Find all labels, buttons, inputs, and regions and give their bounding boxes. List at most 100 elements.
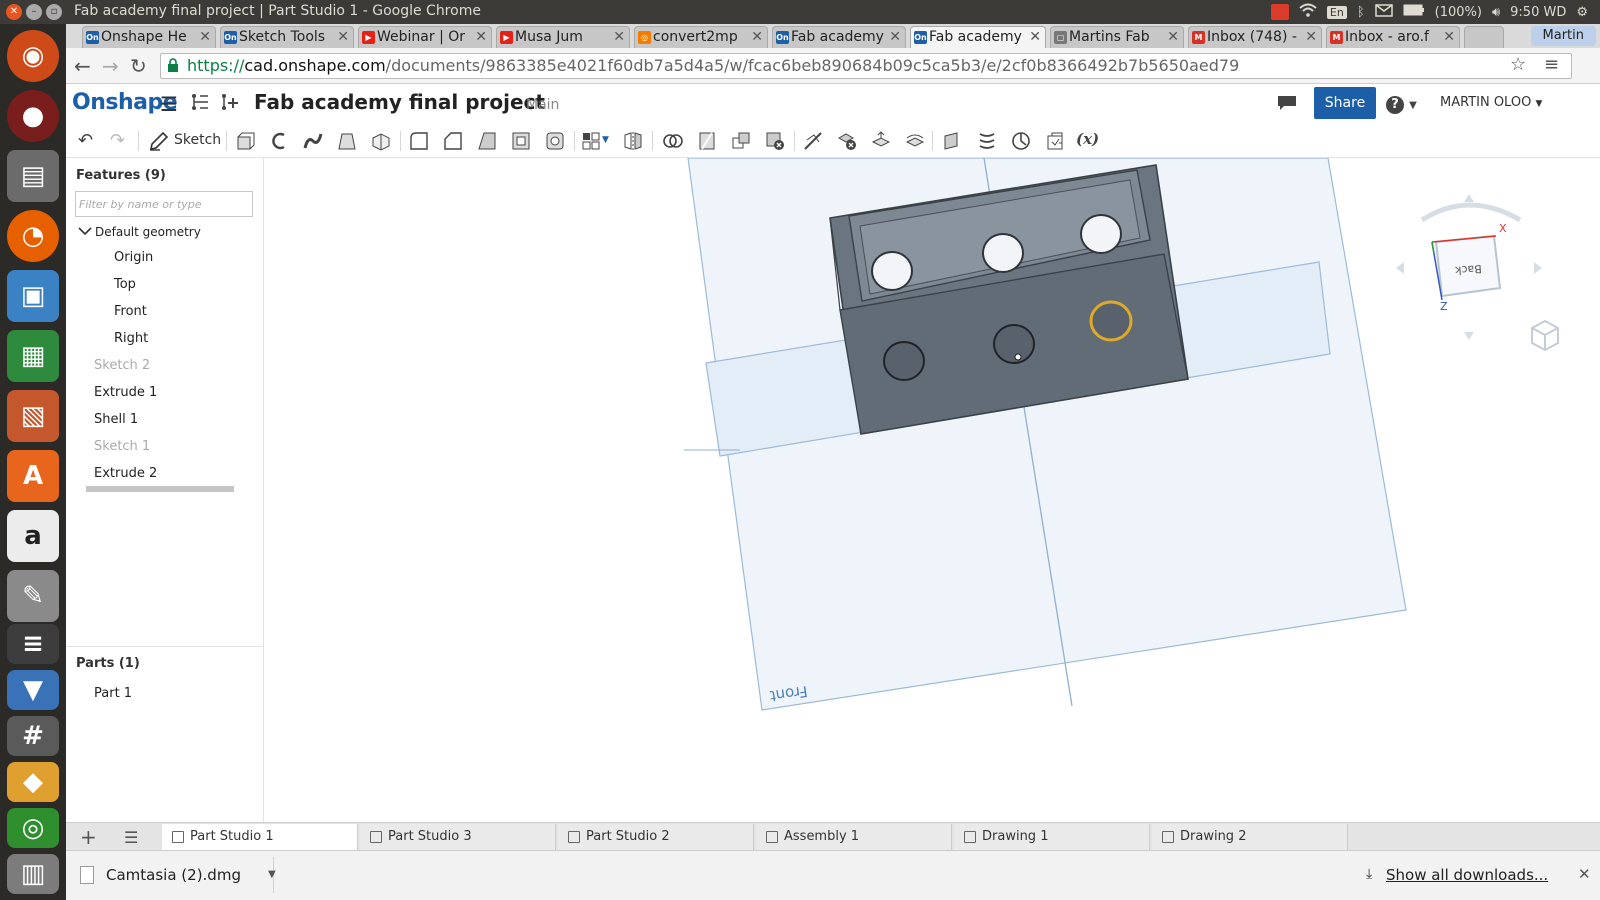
plane-icon[interactable] <box>942 130 964 152</box>
tab-drawing-1[interactable]: Drawing 1 <box>954 824 1150 850</box>
browser-tab[interactable]: ▶ Webinar | Or ✕ <box>358 26 492 48</box>
software-center-icon[interactable]: A <box>7 450 59 502</box>
boolean-icon[interactable] <box>662 130 684 152</box>
bookmark-star-icon[interactable]: ☆ <box>1510 54 1526 75</box>
modify-fillet-icon[interactable] <box>802 130 824 152</box>
transform-icon[interactable] <box>730 130 752 152</box>
keyboard-language-indicator[interactable]: En <box>1326 5 1347 19</box>
back-arrow-icon[interactable]: ← <box>74 54 91 78</box>
browser-tab[interactable]: M Inbox (748) - ✕ <box>1188 26 1322 48</box>
chevron-down-icon[interactable] <box>78 225 92 239</box>
redo-icon[interactable]: ↷ <box>110 130 132 152</box>
screen-recorder-icon[interactable]: ● <box>7 90 59 142</box>
app-stack-icon[interactable]: ≡ <box>7 624 59 664</box>
battery-icon[interactable] <box>1403 4 1425 20</box>
delete-part-icon[interactable] <box>764 130 786 152</box>
new-tab-button[interactable] <box>1464 26 1504 48</box>
feature-item-top-plane[interactable]: Top <box>114 277 136 292</box>
chrome-icon[interactable]: ◎ <box>7 808 59 848</box>
trash-icon[interactable]: ▥ <box>7 854 59 894</box>
tab-close-icon[interactable]: ✕ <box>889 27 901 47</box>
chamfer-icon[interactable] <box>442 130 464 152</box>
split-icon[interactable] <box>696 130 718 152</box>
blind-hole[interactable] <box>883 341 925 381</box>
helix-icon[interactable] <box>976 130 998 152</box>
calculator-icon[interactable]: # <box>7 716 59 756</box>
model-canvas[interactable]: Front X Z Back <box>264 158 1600 822</box>
window-close-button[interactable]: ✕ <box>6 4 22 20</box>
through-hole[interactable] <box>871 251 913 291</box>
app-stack-3-icon[interactable]: ◆ <box>7 762 59 802</box>
blind-hole[interactable] <box>993 324 1035 364</box>
variable-icon[interactable]: (x) <box>1076 130 1106 152</box>
forward-arrow-icon[interactable]: → <box>102 54 119 78</box>
tab-drawing-2[interactable]: Drawing 2 <box>1152 824 1348 850</box>
app-stack-2-icon[interactable]: ▼ <box>7 670 59 710</box>
feature-item-front-plane[interactable]: Front <box>114 304 147 319</box>
document-title[interactable]: Fab academy final project <box>254 90 545 114</box>
image-viewer-icon[interactable]: ▣ <box>7 270 59 322</box>
mate-connector-icon[interactable] <box>1010 130 1032 152</box>
files-icon[interactable]: ▤ <box>7 150 59 202</box>
workspace-branch[interactable]: Main <box>526 97 559 113</box>
download-item[interactable]: Camtasia (2).dmg ▼ <box>70 857 276 893</box>
wifi-icon[interactable] <box>1299 3 1317 21</box>
window-maximize-button[interactable]: ▫ <box>46 4 62 20</box>
add-tab-plus-icon[interactable]: + <box>80 825 97 849</box>
shell-icon[interactable] <box>510 130 532 152</box>
move-face-icon[interactable] <box>870 130 892 152</box>
volume-icon[interactable]: 🔊︎ <box>1492 5 1500 20</box>
revolve-icon[interactable] <box>268 130 290 152</box>
feature-item-origin[interactable]: Origin <box>114 250 153 265</box>
address-bar[interactable]: https://cad.onshape.com/documents/986338… <box>160 53 1572 79</box>
sweep-icon[interactable] <box>302 130 324 152</box>
through-hole[interactable] <box>982 233 1024 273</box>
clock[interactable]: 9:50 WD <box>1510 5 1566 20</box>
feature-item-extrude-1[interactable]: Extrude 1 <box>94 385 157 400</box>
tab-close-icon[interactable]: ✕ <box>1167 27 1179 47</box>
feature-item-sketch-2[interactable]: Sketch 2 <box>94 358 150 373</box>
reload-icon[interactable]: ↻ <box>130 54 147 78</box>
tab-close-icon[interactable]: ✕ <box>475 27 487 47</box>
tab-part-studio-1[interactable]: Part Studio 1 <box>162 824 358 850</box>
hole-icon[interactable] <box>544 130 566 152</box>
tab-close-icon[interactable]: ✕ <box>751 27 763 47</box>
tab-close-icon[interactable]: ✕ <box>337 27 349 47</box>
bluetooth-icon[interactable]: ᛒ <box>1357 5 1365 20</box>
sketch-button[interactable]: Sketch <box>174 132 221 148</box>
chevron-down-icon[interactable]: ▼ <box>268 857 276 893</box>
version-history-icon[interactable] <box>190 92 210 116</box>
tab-close-icon[interactable]: ✕ <box>1305 27 1317 47</box>
browser-tab[interactable]: ▢ Martins Fab ✕ <box>1050 26 1184 48</box>
view-options-cube-icon[interactable] <box>1531 319 1559 352</box>
sketch-pencil-icon[interactable] <box>148 130 170 152</box>
browser-tab[interactable]: On Sketch Tools ✕ <box>220 26 354 48</box>
record-indicator-icon[interactable] <box>1270 4 1289 20</box>
ubuntu-dash-icon[interactable]: ◉ <box>7 30 59 82</box>
fillet-icon[interactable] <box>408 130 430 152</box>
feature-filter-input[interactable]: Filter by name or type <box>75 191 253 217</box>
mail-icon[interactable] <box>1374 3 1393 21</box>
pattern-dropdown-chevron-icon[interactable]: ▼ <box>602 135 614 157</box>
browser-tab[interactable]: ▶ Musa Jum ✕ <box>496 26 630 48</box>
view-left-arrow-icon[interactable] <box>1396 262 1404 274</box>
view-up-arrow-icon[interactable] <box>1464 194 1474 202</box>
tab-close-icon[interactable]: ✕ <box>1443 27 1455 47</box>
comments-icon[interactable] <box>1276 94 1298 116</box>
feature-item-right-plane[interactable]: Right <box>114 331 148 346</box>
feature-item-default-geometry[interactable]: Default geometry <box>95 225 201 239</box>
replace-face-icon[interactable] <box>904 130 926 152</box>
tab-part-studio-3[interactable]: Part Studio 3 <box>360 824 556 850</box>
spreadsheet-icon[interactable]: ▦ <box>7 330 59 382</box>
share-button[interactable]: Share <box>1314 87 1376 119</box>
profile-button[interactable]: Martin <box>1530 26 1596 46</box>
view-down-arrow-icon[interactable] <box>1464 332 1474 340</box>
pattern-icon[interactable] <box>580 130 602 152</box>
view-cube-rotate-arrow[interactable] <box>1420 202 1522 223</box>
tab-close-icon[interactable]: ✕ <box>1029 27 1041 47</box>
extrude-icon[interactable] <box>234 130 256 152</box>
firefox-icon[interactable]: ◔ <box>7 210 59 262</box>
system-tools-icon[interactable]: ✎ <box>7 570 59 622</box>
view-cube[interactable]: X Z Back <box>1396 194 1542 340</box>
browser-tab[interactable]: On Fab academy ✕ <box>772 26 906 48</box>
